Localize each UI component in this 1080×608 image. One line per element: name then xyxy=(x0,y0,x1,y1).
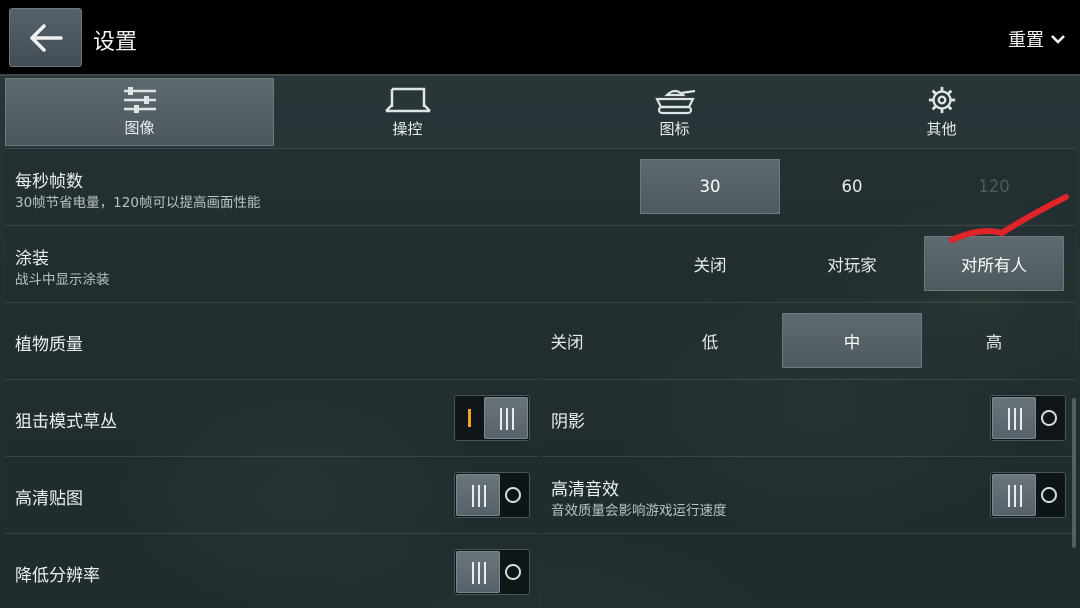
grip-icon xyxy=(472,562,486,584)
lower-resolution-row: 降低分辨率 xyxy=(5,533,538,608)
skins-option-off[interactable]: 关闭 xyxy=(640,236,780,291)
toggle-knob xyxy=(992,397,1036,439)
vegetation-option-high[interactable]: 高 xyxy=(924,313,1064,368)
sniper-grass-row: 狙击模式草丛 xyxy=(5,379,538,455)
hd-sound-label: 高清音效 xyxy=(551,480,619,500)
shadows-row: 阴影 xyxy=(541,379,1075,455)
vegetation-option-off[interactable]: 关闭 xyxy=(497,313,637,368)
sniper-grass-label: 狙击模式草丛 xyxy=(15,412,117,432)
hd-sound-row: 高清音效 音效质量会影响游戏运行速度 xyxy=(541,456,1075,532)
tab-icons[interactable]: 图标 xyxy=(541,78,808,146)
hd-textures-label: 高清贴图 xyxy=(15,489,83,509)
arrow-left-icon xyxy=(30,24,63,52)
off-ring-icon xyxy=(1041,410,1057,426)
page-title: 设置 xyxy=(93,30,138,55)
hd-sound-subtitle: 音效质量会影响游戏运行速度 xyxy=(551,503,727,519)
hd-textures-toggle[interactable] xyxy=(454,472,530,518)
fps-subtitle: 30帧节省电量，120帧可以提高画面性能 xyxy=(15,195,261,211)
shadows-label: 阴影 xyxy=(551,412,585,432)
header-bar: 设置 重置 xyxy=(0,0,1080,76)
grip-icon xyxy=(500,408,514,430)
lower-resolution-label: 降低分辨率 xyxy=(15,566,100,586)
fps-title: 每秒帧数 xyxy=(15,172,83,192)
shadows-toggle[interactable] xyxy=(990,395,1066,441)
back-button[interactable] xyxy=(9,8,82,67)
empty-cell xyxy=(541,533,1075,608)
off-ring-icon xyxy=(1041,487,1057,503)
sniper-grass-toggle[interactable] xyxy=(454,395,530,441)
lower-resolution-toggle[interactable] xyxy=(454,549,530,595)
toggle-knob xyxy=(992,474,1036,516)
fps-option-30[interactable]: 30 xyxy=(640,159,780,214)
tab-graphics[interactable]: 图像 xyxy=(5,78,274,146)
tab-label: 操控 xyxy=(392,120,423,138)
skins-row: 涂装 战斗中显示涂装 关闭 对玩家 对所有人 xyxy=(5,225,1075,301)
on-indicator xyxy=(468,409,471,427)
skins-subtitle: 战斗中显示涂装 xyxy=(15,272,110,288)
grip-icon xyxy=(1008,408,1022,430)
tab-label: 图标 xyxy=(659,120,690,138)
chevron-down-icon xyxy=(1051,35,1065,44)
vegetation-option-low[interactable]: 低 xyxy=(640,313,780,368)
grip-icon xyxy=(1008,485,1022,507)
toggle-knob xyxy=(456,474,500,516)
tank-icon xyxy=(654,89,695,115)
vegetation-title: 植物质量 xyxy=(15,335,83,355)
controls-icon xyxy=(384,87,431,113)
red-annotation-stroke xyxy=(949,194,1069,243)
settings-tabs: 图像 操控 图标 其他 xyxy=(0,78,1080,148)
tab-controls[interactable]: 操控 xyxy=(274,78,541,146)
skins-option-players[interactable]: 对玩家 xyxy=(782,236,922,291)
gear-icon xyxy=(928,86,955,114)
fps-row: 每秒帧数 30帧节省电量，120帧可以提高画面性能 30 60 120 xyxy=(5,148,1075,224)
reset-dropdown[interactable]: 重置 xyxy=(1008,26,1066,52)
hd-sound-toggle[interactable] xyxy=(990,472,1066,518)
grip-icon xyxy=(472,485,486,507)
tab-label: 其他 xyxy=(926,120,957,138)
off-ring-icon xyxy=(505,564,521,580)
toggle-knob xyxy=(456,551,500,593)
fps-option-60[interactable]: 60 xyxy=(782,159,922,214)
hd-textures-row: 高清贴图 xyxy=(5,456,538,532)
reset-label: 重置 xyxy=(1008,30,1044,51)
off-ring-icon xyxy=(505,487,521,503)
vegetation-option-medium[interactable]: 中 xyxy=(782,313,922,368)
sliders-icon xyxy=(123,87,156,113)
scrollbar[interactable] xyxy=(1072,398,1076,548)
tab-label: 图像 xyxy=(124,119,155,137)
skins-title: 涂装 xyxy=(15,249,49,269)
toggle-knob xyxy=(484,397,528,439)
tab-other[interactable]: 其他 xyxy=(808,78,1075,146)
vegetation-row: 植物质量 关闭 低 中 高 xyxy=(5,302,1075,378)
